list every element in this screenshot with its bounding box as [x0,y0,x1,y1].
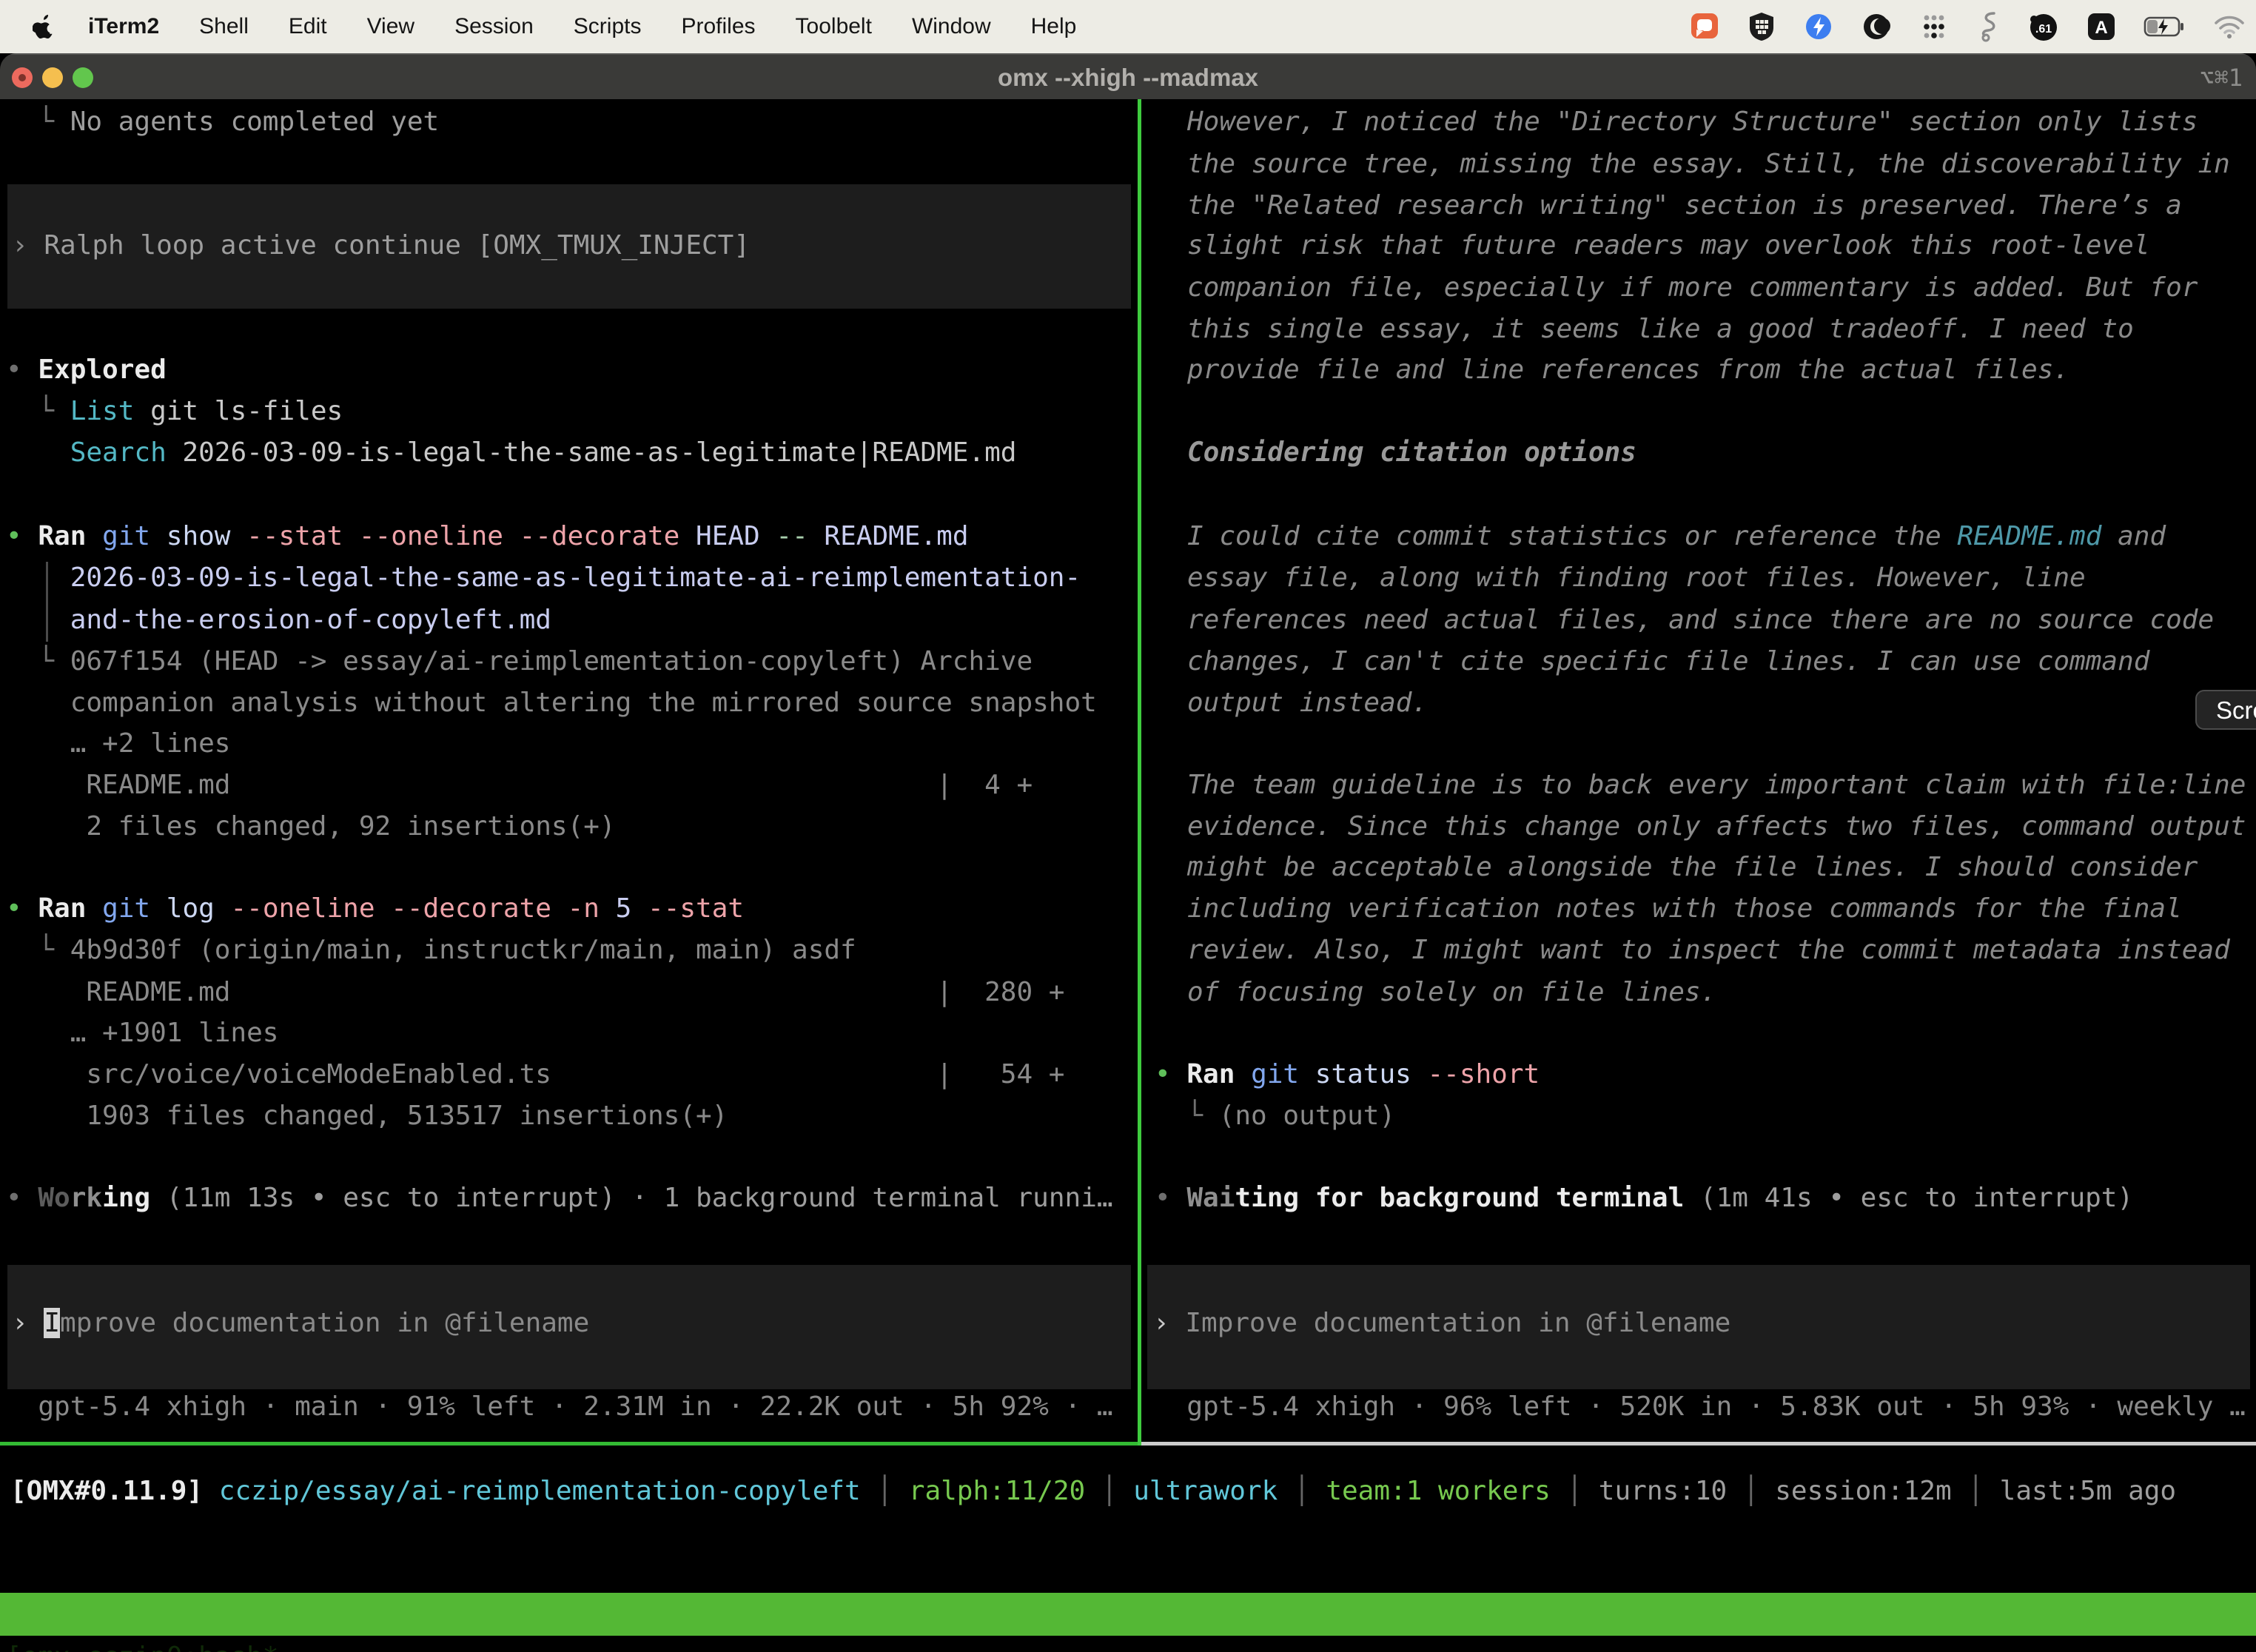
menu-item-iterm2[interactable]: iTerm2 [68,14,179,39]
menu-items: iTerm2 Shell Edit View Session Scripts P… [68,14,1096,39]
menu-item-edit[interactable]: Edit [269,14,347,39]
menu-item-profiles[interactable]: Profiles [661,14,775,39]
menu-item-view[interactable]: View [347,14,434,39]
tmux-session-label: [omx-cczip0:bash* [6,1636,278,1652]
svg-text:.61: .61 [2035,23,2052,36]
dots-grid-icon[interactable] [1918,11,1950,42]
apple-menu-icon[interactable] [33,14,55,39]
menu-item-window[interactable]: Window [892,14,1011,39]
menu-item-toolbelt[interactable]: Toolbelt [776,14,892,39]
wifi-icon[interactable] [2213,14,2246,39]
crescent-app-icon[interactable] [1861,11,1892,42]
battery-icon[interactable] [2143,16,2186,38]
iterm2-window: omx --xhigh --madmax ⌥⌘1 └ No agents com… [0,53,2256,1652]
menu-item-scripts[interactable]: Scripts [554,14,662,39]
window-title: omx --xhigh --madmax [0,55,2256,101]
omx-status-bar: [OMX#0.11.9] cczip/essay/ai-reimplementa… [0,99,2256,1652]
shield-grid-icon[interactable] [1747,11,1776,42]
menu-item-shell[interactable]: Shell [179,14,269,39]
omx-status-bar-line: [OMX#0.11.9] cczip/essay/ai-reimplementa… [10,1471,2176,1512]
keyboard-a-icon[interactable]: A [2086,11,2117,42]
menu-status-icons: .61 A [1689,0,2246,53]
menu-item-help[interactable]: Help [1011,14,1097,39]
hook-utility-icon[interactable] [1976,10,2000,43]
badge-61-icon[interactable]: .61 [2027,10,2059,43]
blue-badge-icon[interactable] [1803,11,1834,42]
screen-overlay-button[interactable]: Scre [2195,690,2256,730]
svg-text:A: A [2095,18,2107,38]
window-title-bar: omx --xhigh --madmax ⌥⌘1 [0,53,2256,99]
menu-item-session[interactable]: Session [434,14,554,39]
terminal-content: └ No agents completed yet› Ralph loop ac… [0,99,2256,1652]
tmux-status-bar: [omx-cczip0:bash* "MacBook-Pro-44.local"… [0,1593,2256,1636]
menu-bar: iTerm2 Shell Edit View Session Scripts P… [0,0,2256,53]
chat-app-icon[interactable] [1689,11,1720,42]
window-shortcut-badge: ⌥⌘1 [2200,55,2243,101]
